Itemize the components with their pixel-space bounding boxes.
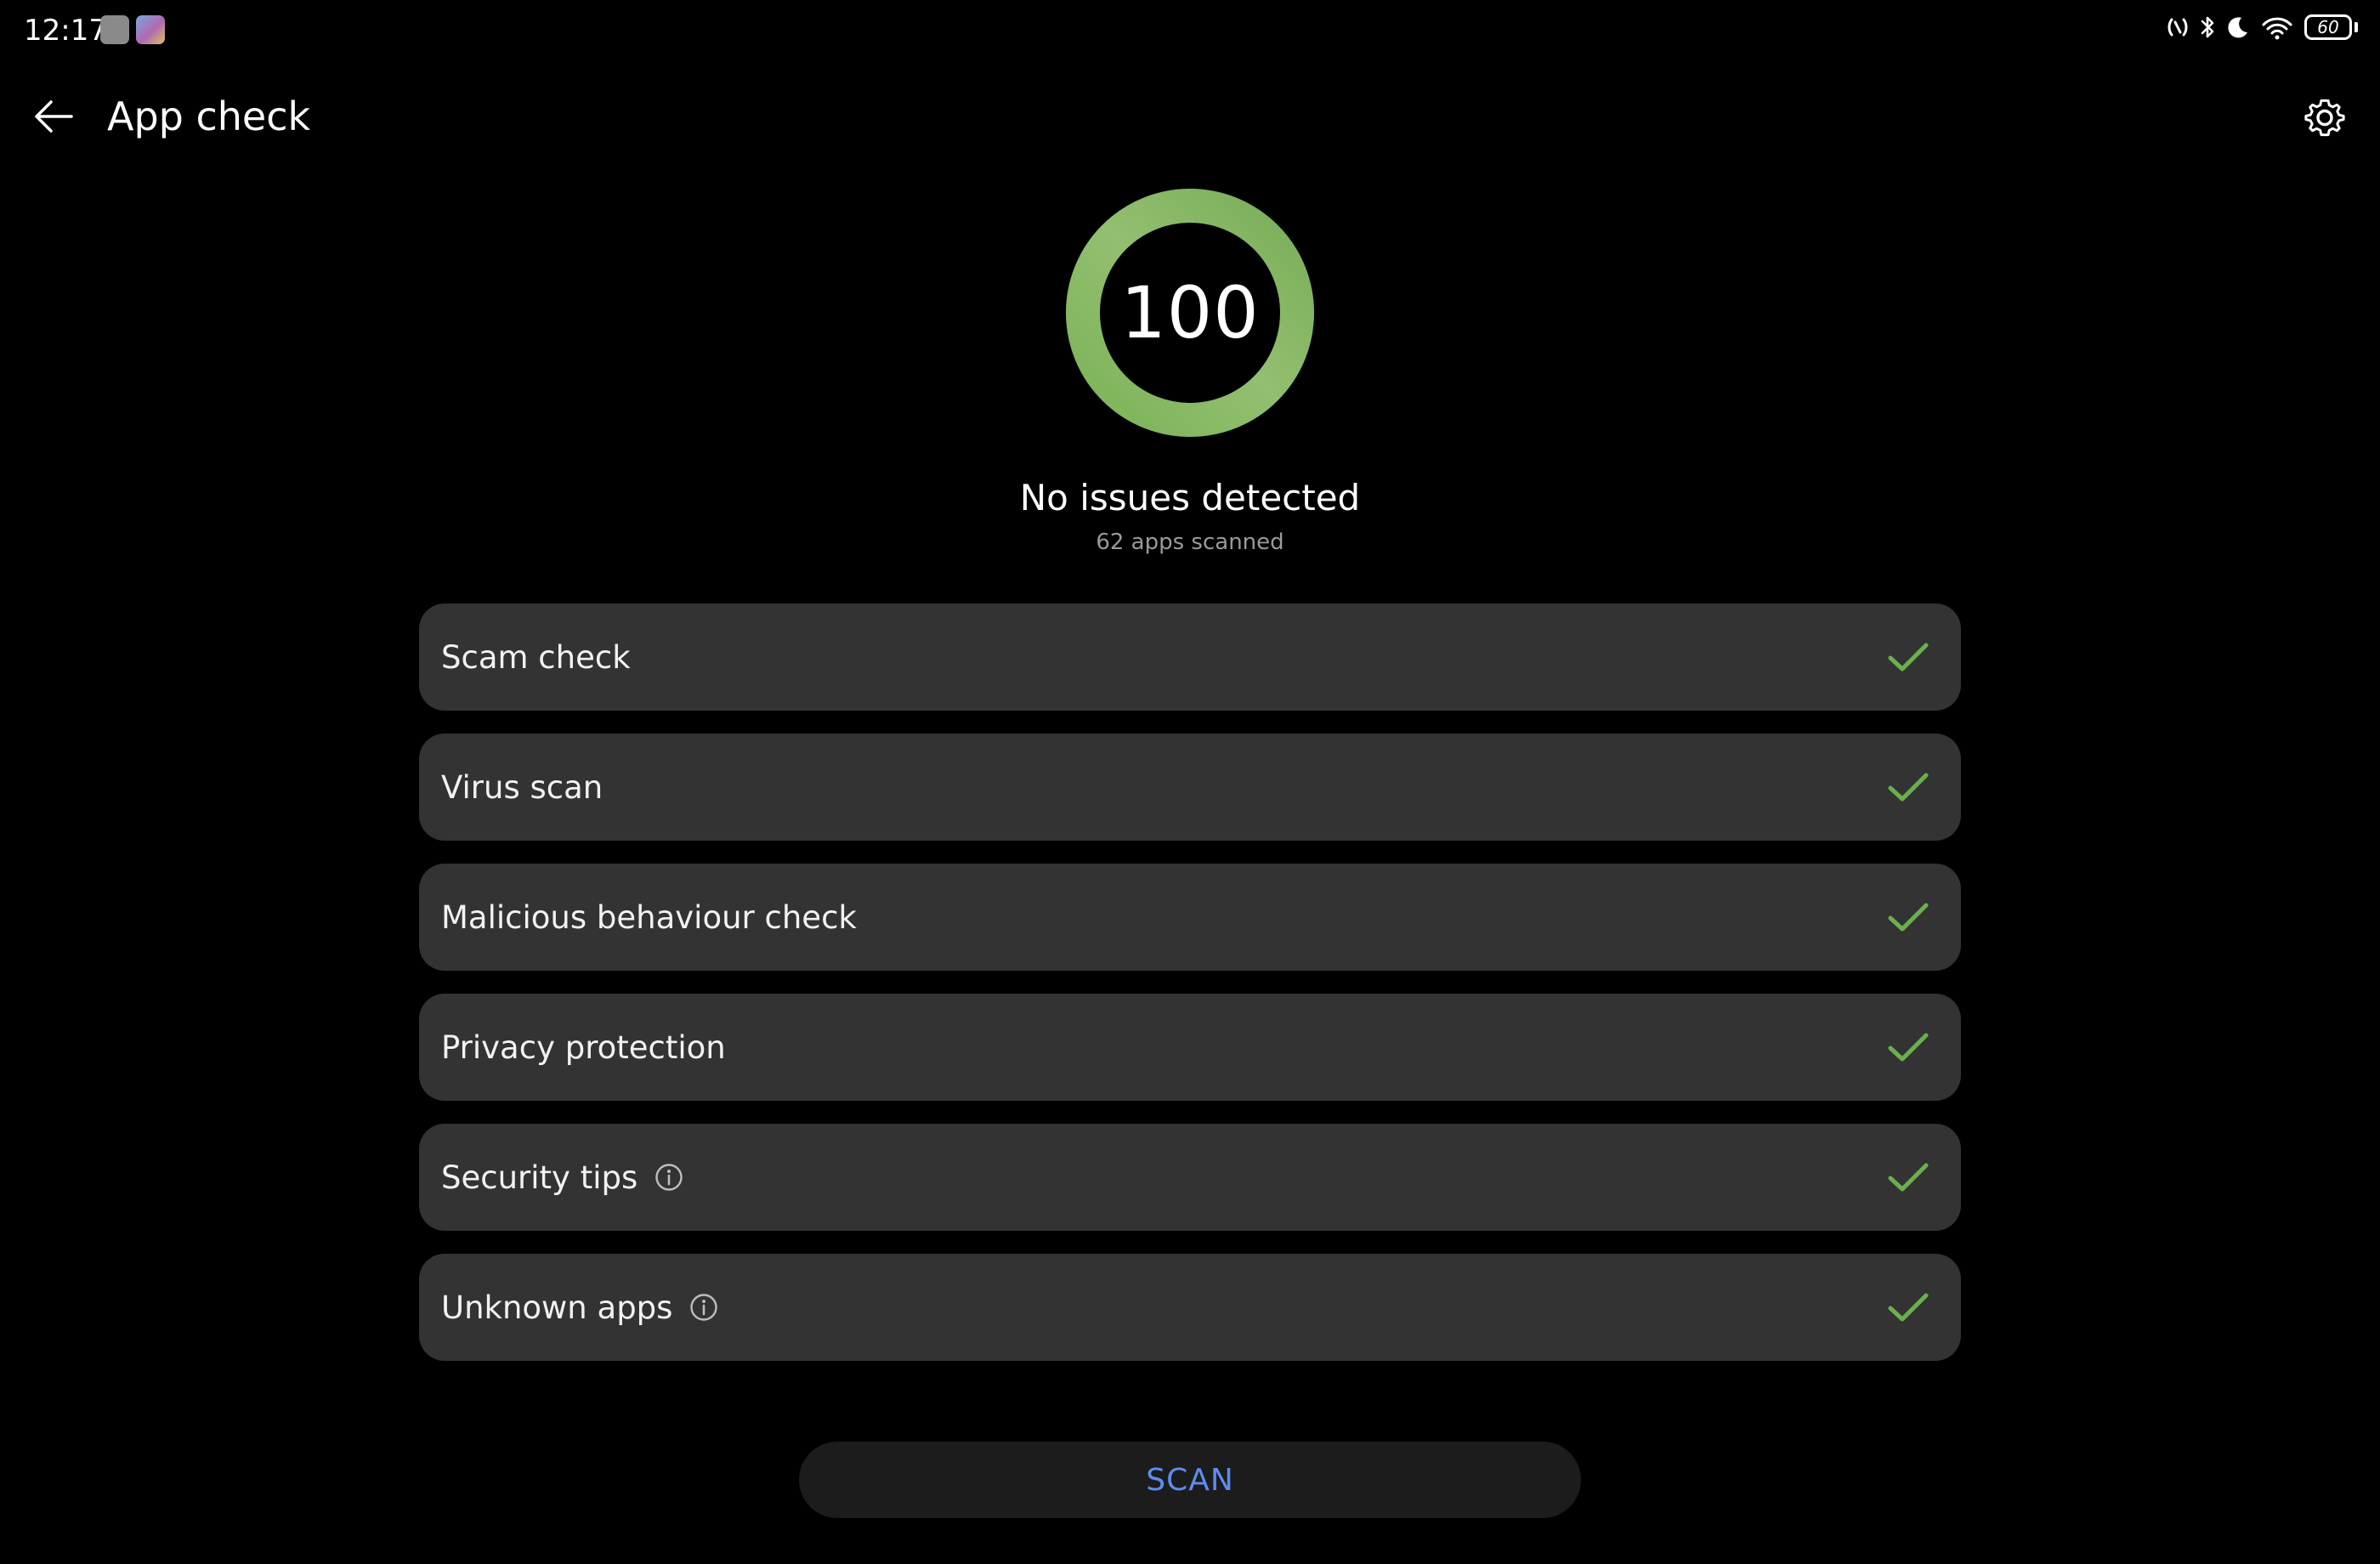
nfc-icon — [2167, 14, 2189, 40]
info-icon[interactable] — [689, 1293, 718, 1322]
status-time: 12:17 — [24, 14, 107, 48]
check-item-privacy-protection[interactable]: Privacy protection — [419, 994, 1961, 1101]
notification-icons — [100, 15, 165, 44]
battery-cap — [2354, 22, 2358, 32]
check-list: Scam check Virus scan Malicious behaviou… — [419, 604, 1961, 1384]
battery-level: 60 — [2317, 17, 2339, 37]
check-item-unknown-apps[interactable]: Unknown apps — [419, 1254, 1961, 1361]
check-label: Scam check — [441, 638, 631, 676]
settings-app-icon — [100, 15, 129, 44]
checkmark-icon — [1888, 773, 1929, 802]
moon-icon — [2226, 15, 2250, 39]
checkmark-icon — [1888, 1293, 1929, 1322]
score-value: 100 — [1120, 271, 1260, 354]
scan-result-status: No issues detected — [1019, 477, 1361, 518]
score-ring: 100 — [1066, 189, 1314, 437]
apps-scanned-count: 62 apps scanned — [1096, 530, 1284, 555]
check-item-security-tips[interactable]: Security tips — [419, 1124, 1961, 1231]
check-label: Privacy protection — [441, 1028, 726, 1066]
bluetooth-icon — [2199, 14, 2216, 41]
check-label: Virus scan — [441, 768, 604, 806]
wifi-icon — [2260, 14, 2294, 40]
back-button[interactable] — [26, 88, 82, 144]
info-icon[interactable] — [654, 1163, 683, 1192]
system-status-icons: 60 — [2167, 14, 2358, 41]
check-item-virus-scan[interactable]: Virus scan — [419, 734, 1961, 841]
checkmark-icon — [1888, 643, 1929, 672]
check-item-scam-check[interactable]: Scam check — [419, 604, 1961, 711]
settings-button[interactable] — [2295, 87, 2354, 146]
gallery-app-icon — [136, 15, 165, 44]
checkmark-icon — [1888, 903, 1929, 932]
check-label: Malicious behaviour check — [441, 898, 857, 936]
checkmark-icon — [1888, 1163, 1929, 1192]
arrow-left-icon — [35, 100, 73, 133]
battery-icon: 60 — [2304, 14, 2352, 40]
checkmark-icon — [1888, 1033, 1929, 1062]
check-item-malicious-behaviour-check[interactable]: Malicious behaviour check — [419, 864, 1961, 971]
gear-icon — [2304, 99, 2345, 137]
status-bar: 12:17 60 — [0, 0, 2380, 60]
check-label: Unknown apps — [441, 1289, 673, 1326]
page-title: App check — [107, 94, 311, 139]
scan-button[interactable]: SCAN — [799, 1442, 1581, 1518]
check-label: Security tips — [441, 1159, 638, 1196]
